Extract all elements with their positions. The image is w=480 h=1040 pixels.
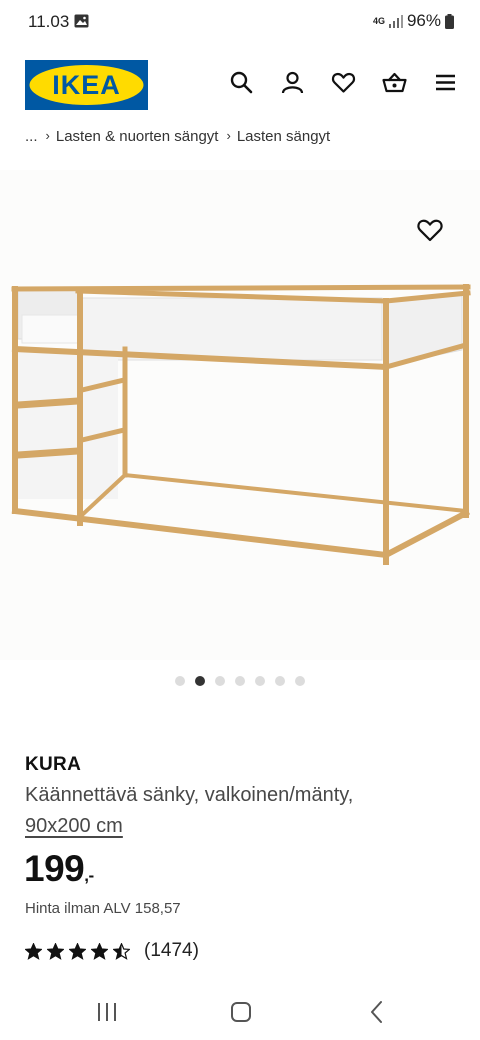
battery-level: 96% <box>406 11 441 30</box>
signal-icon <box>388 14 403 28</box>
product-image-loft-bed <box>11 284 471 565</box>
breadcrumb-item[interactable]: Lasten & nuorten sängyt <box>56 128 219 145</box>
gallery-dot[interactable] <box>295 676 305 686</box>
product-gallery[interactable] <box>0 170 480 660</box>
price-value: 199 <box>24 848 85 889</box>
battery-icon <box>445 13 454 29</box>
breadcrumb-item[interactable]: Lasten sängyt <box>237 128 330 145</box>
price-suffix: ,- <box>84 866 94 885</box>
ikea-logo[interactable]: IKEA <box>25 60 148 110</box>
gallery-dot[interactable] <box>215 676 225 686</box>
back-icon[interactable] <box>362 999 392 1025</box>
breadcrumb-ellipsis[interactable]: ... <box>25 128 38 145</box>
menu-icon[interactable] <box>433 70 458 95</box>
status-indicators: 4G 96% <box>373 11 454 31</box>
heart-icon[interactable] <box>331 70 356 95</box>
status-time: 11.03 <box>28 12 70 31</box>
gallery-pagination <box>0 676 480 686</box>
heart-outline-icon[interactable] <box>416 216 444 244</box>
product-rating[interactable]: (1474) <box>25 940 199 962</box>
site-header: IKEA <box>0 60 480 112</box>
search-icon[interactable] <box>229 70 254 95</box>
price-excl-vat: Hinta ilman ALV 158,57 <box>25 900 181 917</box>
chevron-right-icon: › <box>45 128 50 143</box>
logo-text: IKEA <box>52 70 121 100</box>
star-half-icon <box>113 942 130 960</box>
rating-stars <box>25 942 130 960</box>
header-actions <box>229 70 458 95</box>
star-full-icon <box>91 942 108 960</box>
star-full-icon <box>69 942 86 960</box>
image-notification-icon <box>74 14 89 28</box>
breadcrumb: ... › Lasten & nuorten sängyt › Lasten sängy… <box>25 128 465 148</box>
network-type: 4G <box>372 15 385 26</box>
gallery-dot[interactable] <box>235 676 245 686</box>
star-full-icon <box>25 942 42 960</box>
basket-icon[interactable] <box>382 70 407 95</box>
product-name: KURA <box>25 754 82 775</box>
review-count[interactable]: (1474) <box>144 940 199 962</box>
star-full-icon <box>47 942 64 960</box>
recent-apps-icon[interactable] <box>92 999 122 1025</box>
gallery-dot[interactable] <box>255 676 265 686</box>
system-nav-bar <box>0 985 480 1040</box>
home-icon[interactable] <box>226 999 256 1025</box>
gallery-dot[interactable] <box>275 676 285 686</box>
chevron-right-icon: › <box>226 128 231 143</box>
product-price: 199,- <box>24 848 94 890</box>
product-description: Käännettävä sänky, valkoinen/mänty, <box>25 784 354 806</box>
account-icon[interactable] <box>280 70 305 95</box>
gallery-dot[interactable] <box>195 676 205 686</box>
product-size-link[interactable]: 90x200 cm <box>25 815 123 838</box>
gallery-dot[interactable] <box>175 676 185 686</box>
status-bar: 11.03 4G 96% <box>0 0 480 44</box>
